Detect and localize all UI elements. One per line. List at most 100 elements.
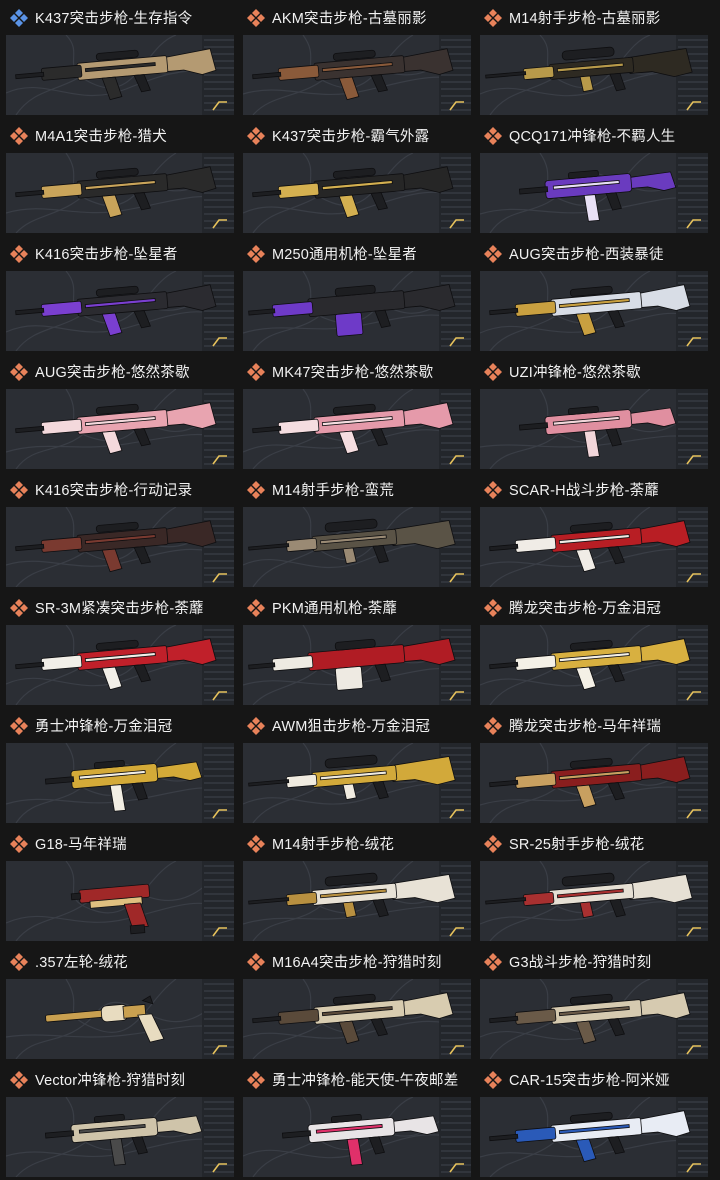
skin-preview-image[interactable] (6, 743, 234, 823)
skin-card-header: 腾龙突击步枪-万金泪冠 (480, 590, 708, 625)
skin-card[interactable]: Vector冲锋枪-狩猎时刻 (6, 1062, 234, 1180)
rack-slat (204, 192, 234, 194)
rack-slat (441, 1053, 471, 1055)
skin-card[interactable]: SR-3M紧凑突击步枪-荼蘼 (6, 590, 234, 708)
skin-card[interactable]: PKM通用机枪-荼蘼 (243, 590, 471, 708)
skin-preview-image[interactable] (6, 35, 234, 115)
skin-card-header: CAR-15突击步枪-阿米娅 (480, 1062, 708, 1097)
rack-slat (678, 678, 708, 680)
skin-card[interactable]: 勇士冲锋枪-万金泪冠 (6, 708, 234, 826)
skin-name: PKM通用机枪-荼蘼 (272, 601, 398, 617)
skin-card[interactable]: AWM狙击步枪-万金泪冠 (243, 708, 471, 826)
skin-preview-image[interactable] (243, 271, 471, 351)
skin-preview-image[interactable] (480, 389, 708, 469)
gun-ammo-box (335, 312, 364, 337)
skin-preview-image[interactable] (480, 35, 708, 115)
skin-card[interactable]: K416突击步枪-坠星者 (6, 236, 234, 354)
skin-preview-image[interactable] (243, 625, 471, 705)
skin-card[interactable]: M16A4突击步枪-狩猎时刻 (243, 944, 471, 1062)
skin-name: AWM狙击步枪-万金泪冠 (272, 719, 431, 735)
skin-card[interactable]: G3战斗步枪-狩猎时刻 (480, 944, 708, 1062)
skin-preview-image[interactable] (243, 979, 471, 1059)
rack-slat (204, 435, 234, 437)
skin-preview-image[interactable] (243, 861, 471, 941)
skin-preview-image[interactable] (6, 979, 234, 1059)
skin-card[interactable]: M4A1突击步枪-猎犬 (6, 118, 234, 236)
skin-preview-image[interactable] (480, 507, 708, 587)
skin-card[interactable]: G18-马年祥瑞 (6, 826, 234, 944)
skin-card[interactable]: 腾龙突击步枪-万金泪冠 (480, 590, 708, 708)
rack-slat (678, 88, 708, 90)
skin-card[interactable]: M250通用机枪-坠星者 (243, 236, 471, 354)
diamond-cluster-icon (484, 716, 502, 735)
skin-preview-image[interactable] (243, 389, 471, 469)
skin-name: M14射手步枪-绒花 (272, 837, 395, 853)
skin-preview-image[interactable] (480, 861, 708, 941)
skin-preview-image[interactable] (243, 507, 471, 587)
skin-card[interactable]: CAR-15突击步枪-阿米娅 (480, 1062, 708, 1180)
rack-slat (678, 449, 708, 451)
skin-card-header: Vector冲锋枪-狩猎时刻 (6, 1062, 234, 1097)
skin-preview-image[interactable] (480, 625, 708, 705)
skin-name: G18-马年祥瑞 (35, 837, 127, 853)
skin-preview-image[interactable] (6, 153, 234, 233)
skin-preview-image[interactable] (480, 743, 708, 823)
rack-slat (204, 907, 234, 909)
rack-slat (204, 1157, 234, 1159)
rack-slat (441, 206, 471, 208)
skin-card[interactable]: SCAR-H战斗步枪-荼蘼 (480, 472, 708, 590)
rack-slat (678, 421, 708, 423)
skin-preview-image[interactable] (243, 1097, 471, 1177)
rack-slat (204, 775, 234, 777)
skin-card[interactable]: M14射手步枪-古墓丽影 (480, 0, 708, 118)
skin-card[interactable]: QCQ171冲锋枪-不羁人生 (480, 118, 708, 236)
skin-card[interactable]: 腾龙突击步枪-马年祥瑞 (480, 708, 708, 826)
diamond-cluster-icon (10, 952, 28, 971)
skin-card[interactable]: UZI冲锋枪-悠然茶歇 (480, 354, 708, 472)
skin-preview-image[interactable] (6, 271, 234, 351)
skin-card-header: K416突击步枪-行动记录 (6, 472, 234, 507)
skin-card[interactable]: K437突击步枪-霸气外露 (243, 118, 471, 236)
skin-preview-image[interactable] (243, 153, 471, 233)
rack-slat (441, 449, 471, 451)
skin-card[interactable]: M14射手步枪-绒花 (243, 826, 471, 944)
skin-preview-image[interactable] (6, 861, 234, 941)
skin-preview-image[interactable] (6, 625, 234, 705)
skin-card[interactable]: AKM突击步枪-古墓丽影 (243, 0, 471, 118)
rack-slat (204, 109, 234, 111)
skin-card[interactable]: M14射手步枪-蛮荒 (243, 472, 471, 590)
skin-preview-image[interactable] (480, 271, 708, 351)
skin-preview-image[interactable] (480, 153, 708, 233)
skin-card[interactable]: .357左轮-绒花 (6, 944, 234, 1062)
rack-slat (441, 46, 471, 48)
skin-card[interactable]: 勇士冲锋枪-能天使-午夜邮差 (243, 1062, 471, 1180)
skin-preview-image[interactable] (6, 1097, 234, 1177)
rack-slat (204, 511, 234, 513)
skin-preview-image[interactable] (243, 35, 471, 115)
rack-slat (678, 567, 708, 569)
skin-preview-image[interactable] (480, 1097, 708, 1177)
skin-card[interactable]: AUG突击步枪-悠然茶歇 (6, 354, 234, 472)
skin-card-header: M14射手步枪-绒花 (243, 826, 471, 861)
rack-slat (441, 1136, 471, 1138)
skin-preview-image[interactable] (6, 507, 234, 587)
skin-name: 勇士冲锋枪-能天使-午夜邮差 (272, 1073, 459, 1089)
gun-handguard (285, 773, 318, 788)
skin-card[interactable]: SR-25射手步枪-绒花 (480, 826, 708, 944)
rack-slat (441, 88, 471, 90)
rack-slat (204, 213, 234, 215)
rack-slat (678, 518, 708, 520)
skin-preview-image[interactable] (6, 389, 234, 469)
skin-card[interactable]: MK47突击步枪-悠然茶歇 (243, 354, 471, 472)
rack-slat (678, 553, 708, 555)
rack-slat (441, 199, 471, 201)
diamond-cluster-icon (484, 480, 502, 499)
rack-slat (441, 678, 471, 680)
skin-card[interactable]: K416突击步枪-行动记录 (6, 472, 234, 590)
skin-card[interactable]: AUG突击步枪-西装暴徒 (480, 236, 708, 354)
skin-preview-image[interactable] (480, 979, 708, 1059)
skin-preview-image[interactable] (243, 743, 471, 823)
rack-slat (204, 636, 234, 638)
skin-card[interactable]: K437突击步枪-生存指令 (6, 0, 234, 118)
skin-name: SR-3M紧凑突击步枪-荼蘼 (35, 601, 204, 617)
